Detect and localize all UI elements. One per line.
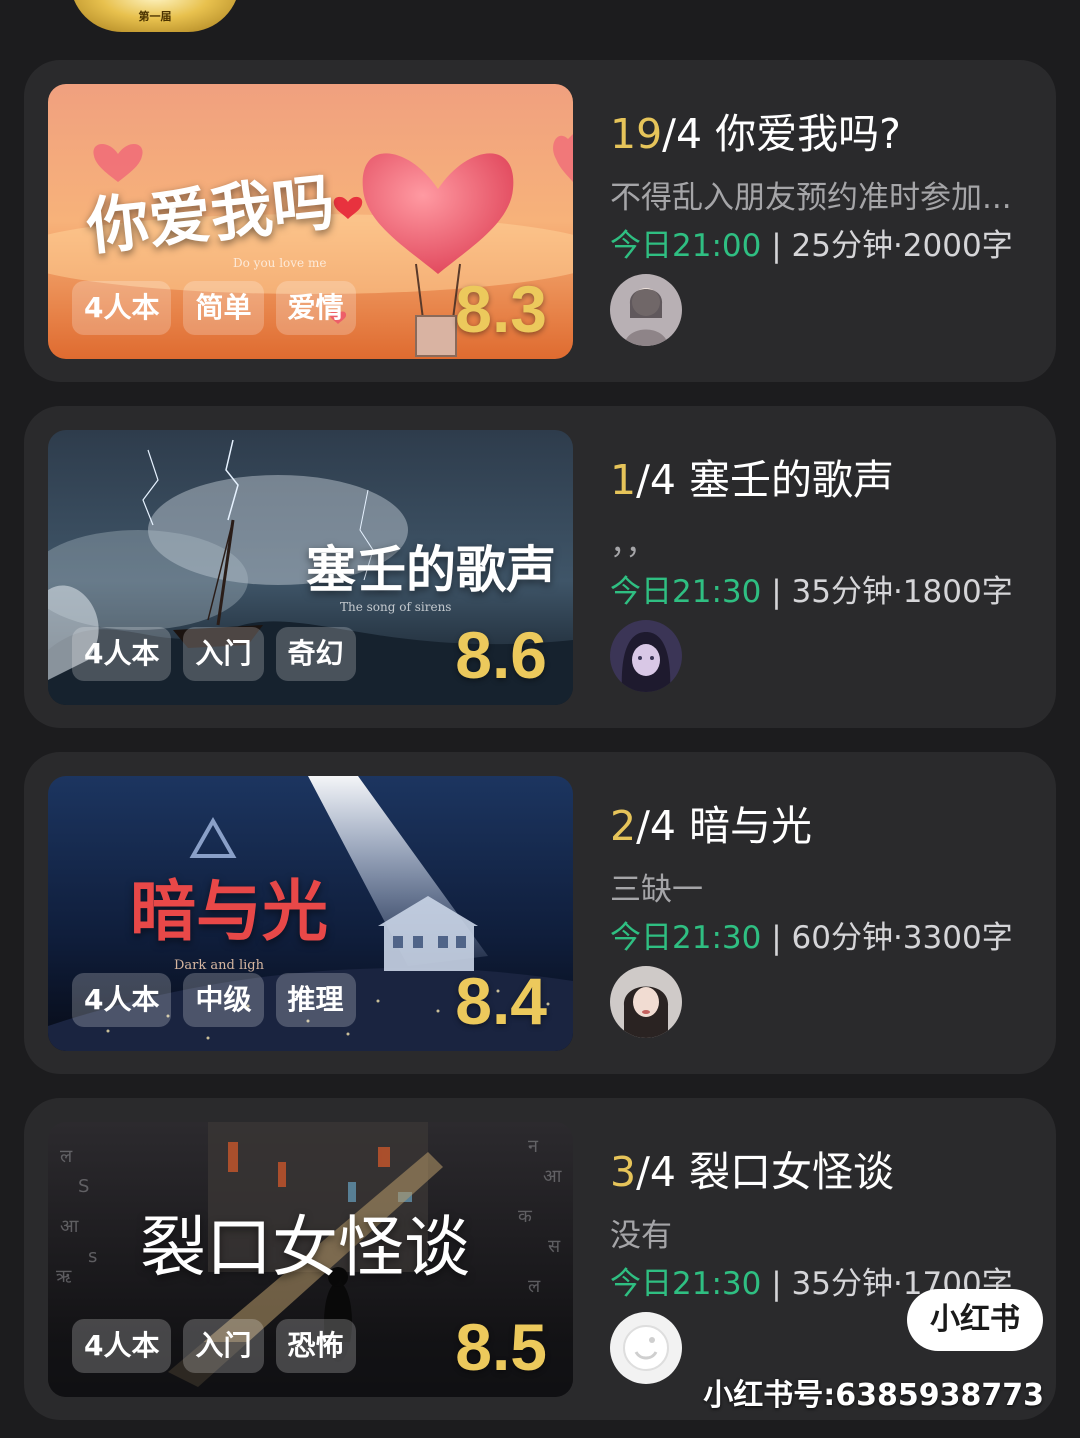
avatar-image xyxy=(610,966,682,1038)
medal-badge: 第一届 xyxy=(70,0,240,32)
start-time: 今日21:30 xyxy=(610,1266,762,1302)
tag-player-count: 4人本 xyxy=(72,973,172,1027)
rating-score: 8.4 xyxy=(455,964,547,1038)
tag-player-count: 4人本 xyxy=(72,1319,172,1373)
cover-title: 裂口女怪谈 xyxy=(140,1209,470,1286)
rating-score: 8.5 xyxy=(455,1310,547,1384)
svg-text:s: s xyxy=(88,1246,97,1267)
script-name: 裂口女怪谈 xyxy=(689,1148,895,1196)
cover-subtitle: The song of sirens xyxy=(340,600,452,614)
joined-count: 1 xyxy=(610,456,637,504)
avatar-image xyxy=(610,274,682,346)
script-card[interactable]: 你爱我吗 Do you love me 4人本 简单 爱情 8.3 19/4 你… xyxy=(24,60,1056,382)
watermark-account-id: 小红书号:6385938773 xyxy=(703,1378,1044,1413)
xiaohongshu-logo: 小红书 xyxy=(907,1289,1043,1351)
script-cover[interactable]: 你爱我吗 Do you love me 4人本 简单 爱情 8.3 xyxy=(48,84,573,359)
tag-genre: 恐怖 xyxy=(275,1319,356,1373)
tag-genre: 爱情 xyxy=(275,281,356,335)
tag-player-count: 4人本 xyxy=(72,281,172,335)
script-note: 三缺一 xyxy=(610,872,703,908)
tag-difficulty: 入门 xyxy=(183,1319,264,1373)
tag-list: 4人本 入门 恐怖 xyxy=(72,1319,356,1373)
script-name: 暗与光 xyxy=(689,802,813,850)
avatar-image xyxy=(610,620,682,692)
host-avatar[interactable] xyxy=(610,620,682,692)
meta-separator: | xyxy=(761,228,792,264)
script-cover[interactable]: लSआ sऋ नआक सल 裂口女怪谈 4人本 入门 恐怖 8.5 xyxy=(48,1122,573,1397)
svg-text:ल: ल xyxy=(528,1276,541,1297)
joined-count: 2 xyxy=(610,802,637,850)
avatar-image xyxy=(610,1312,682,1384)
script-title-row[interactable]: 3/4 裂口女怪谈 xyxy=(610,1138,894,1198)
script-list-page: 第一届 你爱我吗 Do you love me 4人本 简单 爱情 8.3 19… xyxy=(0,0,1080,1438)
script-meta: 今日21:30 | 35分钟·1800字 xyxy=(610,566,1013,611)
meta-separator: | xyxy=(761,920,792,956)
meta-separator: | xyxy=(761,1266,792,1302)
script-meta: 今日21:00 | 25分钟·2000字 xyxy=(610,220,1013,265)
svg-text:स: स xyxy=(548,1236,561,1257)
script-note: 没有 xyxy=(610,1218,672,1254)
meta-separator: | xyxy=(761,574,792,610)
player-total: /4 xyxy=(636,1148,676,1196)
script-name: 你爱我吗? xyxy=(715,110,901,158)
svg-text:क: क xyxy=(518,1206,533,1227)
svg-text:S: S xyxy=(78,1176,89,1197)
script-meta: 今日21:30 | 60分钟·3300字 xyxy=(610,912,1013,957)
tag-difficulty: 中级 xyxy=(183,973,264,1027)
svg-text:ऋ: ऋ xyxy=(56,1266,72,1287)
start-time: 今日21:30 xyxy=(610,574,762,610)
cover-title: 塞壬的歌声 xyxy=(306,540,556,599)
cover-title: 暗与光 xyxy=(130,873,328,950)
script-card[interactable]: 暗与光 Dark and ligh 4人本 中级 推理 8.4 2/4 暗与光 … xyxy=(24,752,1056,1074)
host-avatar[interactable] xyxy=(610,274,682,346)
duration-wordcount: 35分钟·1800字 xyxy=(791,574,1013,610)
cover-subtitle: Dark and ligh xyxy=(174,958,264,973)
joined-count: 19 xyxy=(610,110,663,158)
host-avatar[interactable] xyxy=(610,1312,682,1384)
tag-genre: 奇幻 xyxy=(275,627,356,681)
start-time: 今日21:30 xyxy=(610,920,762,956)
medal-text: 第一届 xyxy=(138,10,172,23)
player-total: /4 xyxy=(662,110,703,158)
player-total: /4 xyxy=(636,802,676,850)
tag-player-count: 4人本 xyxy=(72,627,172,681)
script-cover[interactable]: 塞壬的歌声 The song of sirens 4人本 入门 奇幻 8.6 xyxy=(48,430,573,705)
script-title-row[interactable]: 2/4 暗与光 xyxy=(610,792,812,852)
tag-list: 4人本 简单 爱情 xyxy=(72,281,356,335)
rating-score: 8.3 xyxy=(455,272,547,346)
tag-difficulty: 入门 xyxy=(183,627,264,681)
cover-subtitle: Do you love me xyxy=(233,256,327,270)
svg-text:आ: आ xyxy=(543,1166,562,1187)
script-card[interactable]: 塞壬的歌声 The song of sirens 4人本 入门 奇幻 8.6 1… xyxy=(24,406,1056,728)
script-title-row[interactable]: 19/4 你爱我吗? xyxy=(610,100,901,160)
svg-text:न: न xyxy=(528,1136,539,1157)
script-note: ，， xyxy=(610,526,657,562)
joined-count: 3 xyxy=(610,1148,637,1196)
start-time: 今日21:00 xyxy=(610,228,762,264)
svg-text:ल: ल xyxy=(60,1146,73,1167)
rating-score: 8.6 xyxy=(455,618,547,692)
duration-wordcount: 25分钟·2000字 xyxy=(791,228,1013,264)
script-note: 不得乱入朋友预约准时参加... xyxy=(610,180,1012,216)
player-total: /4 xyxy=(636,456,676,504)
script-title-row[interactable]: 1/4 塞壬的歌声 xyxy=(610,446,894,506)
script-name: 塞壬的歌声 xyxy=(689,456,895,504)
tag-list: 4人本 中级 推理 xyxy=(72,973,356,1027)
tag-list: 4人本 入门 奇幻 xyxy=(72,627,356,681)
script-cover[interactable]: 暗与光 Dark and ligh 4人本 中级 推理 8.4 xyxy=(48,776,573,1051)
svg-text:आ: आ xyxy=(60,1216,79,1237)
tag-difficulty: 简单 xyxy=(183,281,264,335)
duration-wordcount: 60分钟·3300字 xyxy=(791,920,1013,956)
tag-genre: 推理 xyxy=(275,973,356,1027)
host-avatar[interactable] xyxy=(610,966,682,1038)
